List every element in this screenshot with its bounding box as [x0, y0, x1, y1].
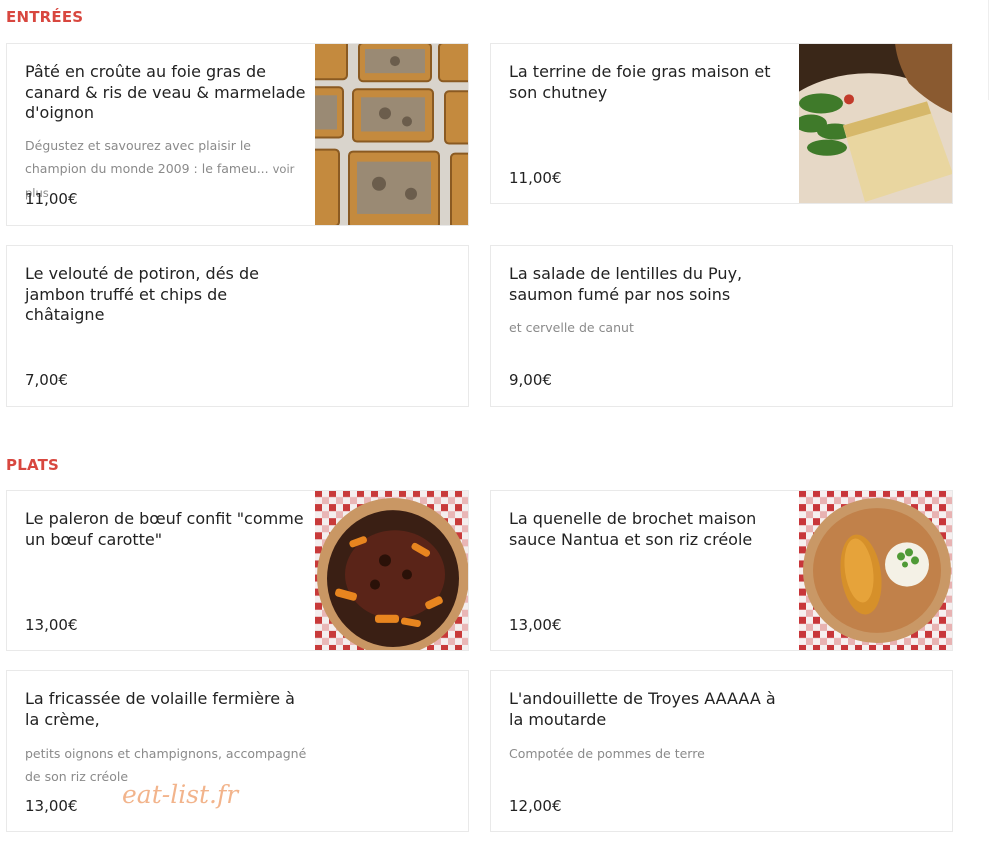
- menu-item-name: La quenelle de brochet maison sauce Nant…: [509, 509, 757, 549]
- menu-item-name: La fricassée de volaille fermière à la c…: [25, 689, 295, 729]
- menu-item-price: 13,00€: [25, 797, 78, 815]
- eat-list-watermark: eat-list.fr: [122, 780, 239, 809]
- menu-item-description: Compotée de pommes de terre: [509, 746, 705, 761]
- menu-item-price: 13,00€: [509, 616, 562, 634]
- menu-item-name: L'andouillette de Troyes AAAAA à la mout…: [509, 689, 776, 729]
- menu-item-name: Le paleron de bœuf confit "comme un bœuf…: [25, 509, 304, 549]
- menu-item-veloute-potiron[interactable]: Le velouté de potiron, dés de jambon tru…: [6, 245, 469, 407]
- menu-item-price: 11,00€: [509, 169, 562, 187]
- menu-item-name: Le velouté de potiron, dés de jambon tru…: [25, 264, 259, 324]
- menu-item-terrine-foie-gras[interactable]: La terrine de foie gras maison et son ch…: [490, 43, 953, 204]
- menu-item-paleron-boeuf[interactable]: Le paleron de bœuf confit "comme un bœuf…: [6, 490, 469, 651]
- menu-item-andouillette-troyes[interactable]: L'andouillette de Troyes AAAAA à la mout…: [490, 670, 953, 832]
- section-title-plats: PLATS: [6, 456, 60, 474]
- terrine-foie-gras-photo: [799, 44, 952, 203]
- menu-item-price: 7,00€: [25, 371, 68, 389]
- paleron-boeuf-photo: [315, 491, 468, 650]
- menu-item-description: et cervelle de canut: [509, 320, 634, 335]
- menu-item-price: 13,00€: [25, 616, 78, 634]
- section-title-entrees: ENTRÉES: [6, 8, 84, 26]
- menu-item-quenelle-brochet[interactable]: La quenelle de brochet maison sauce Nant…: [490, 490, 953, 651]
- menu-item-name: La terrine de foie gras maison et son ch…: [509, 62, 771, 102]
- menu-item-price: 12,00€: [509, 797, 562, 815]
- menu-item-pate-en-croute[interactable]: Pâté en croûte au foie gras de canard & …: [6, 43, 469, 226]
- menu-item-name: La salade de lentilles du Puy, saumon fu…: [509, 264, 743, 304]
- pate-en-croute-photo: [315, 44, 468, 225]
- menu-item-name: Pâté en croûte au foie gras de canard & …: [25, 62, 306, 122]
- menu-item-salade-lentilles[interactable]: La salade de lentilles du Puy, saumon fu…: [490, 245, 953, 407]
- menu-item-price: 11,00€: [25, 190, 78, 208]
- quenelle-brochet-photo: [799, 491, 952, 650]
- menu-item-price: 9,00€: [509, 371, 552, 389]
